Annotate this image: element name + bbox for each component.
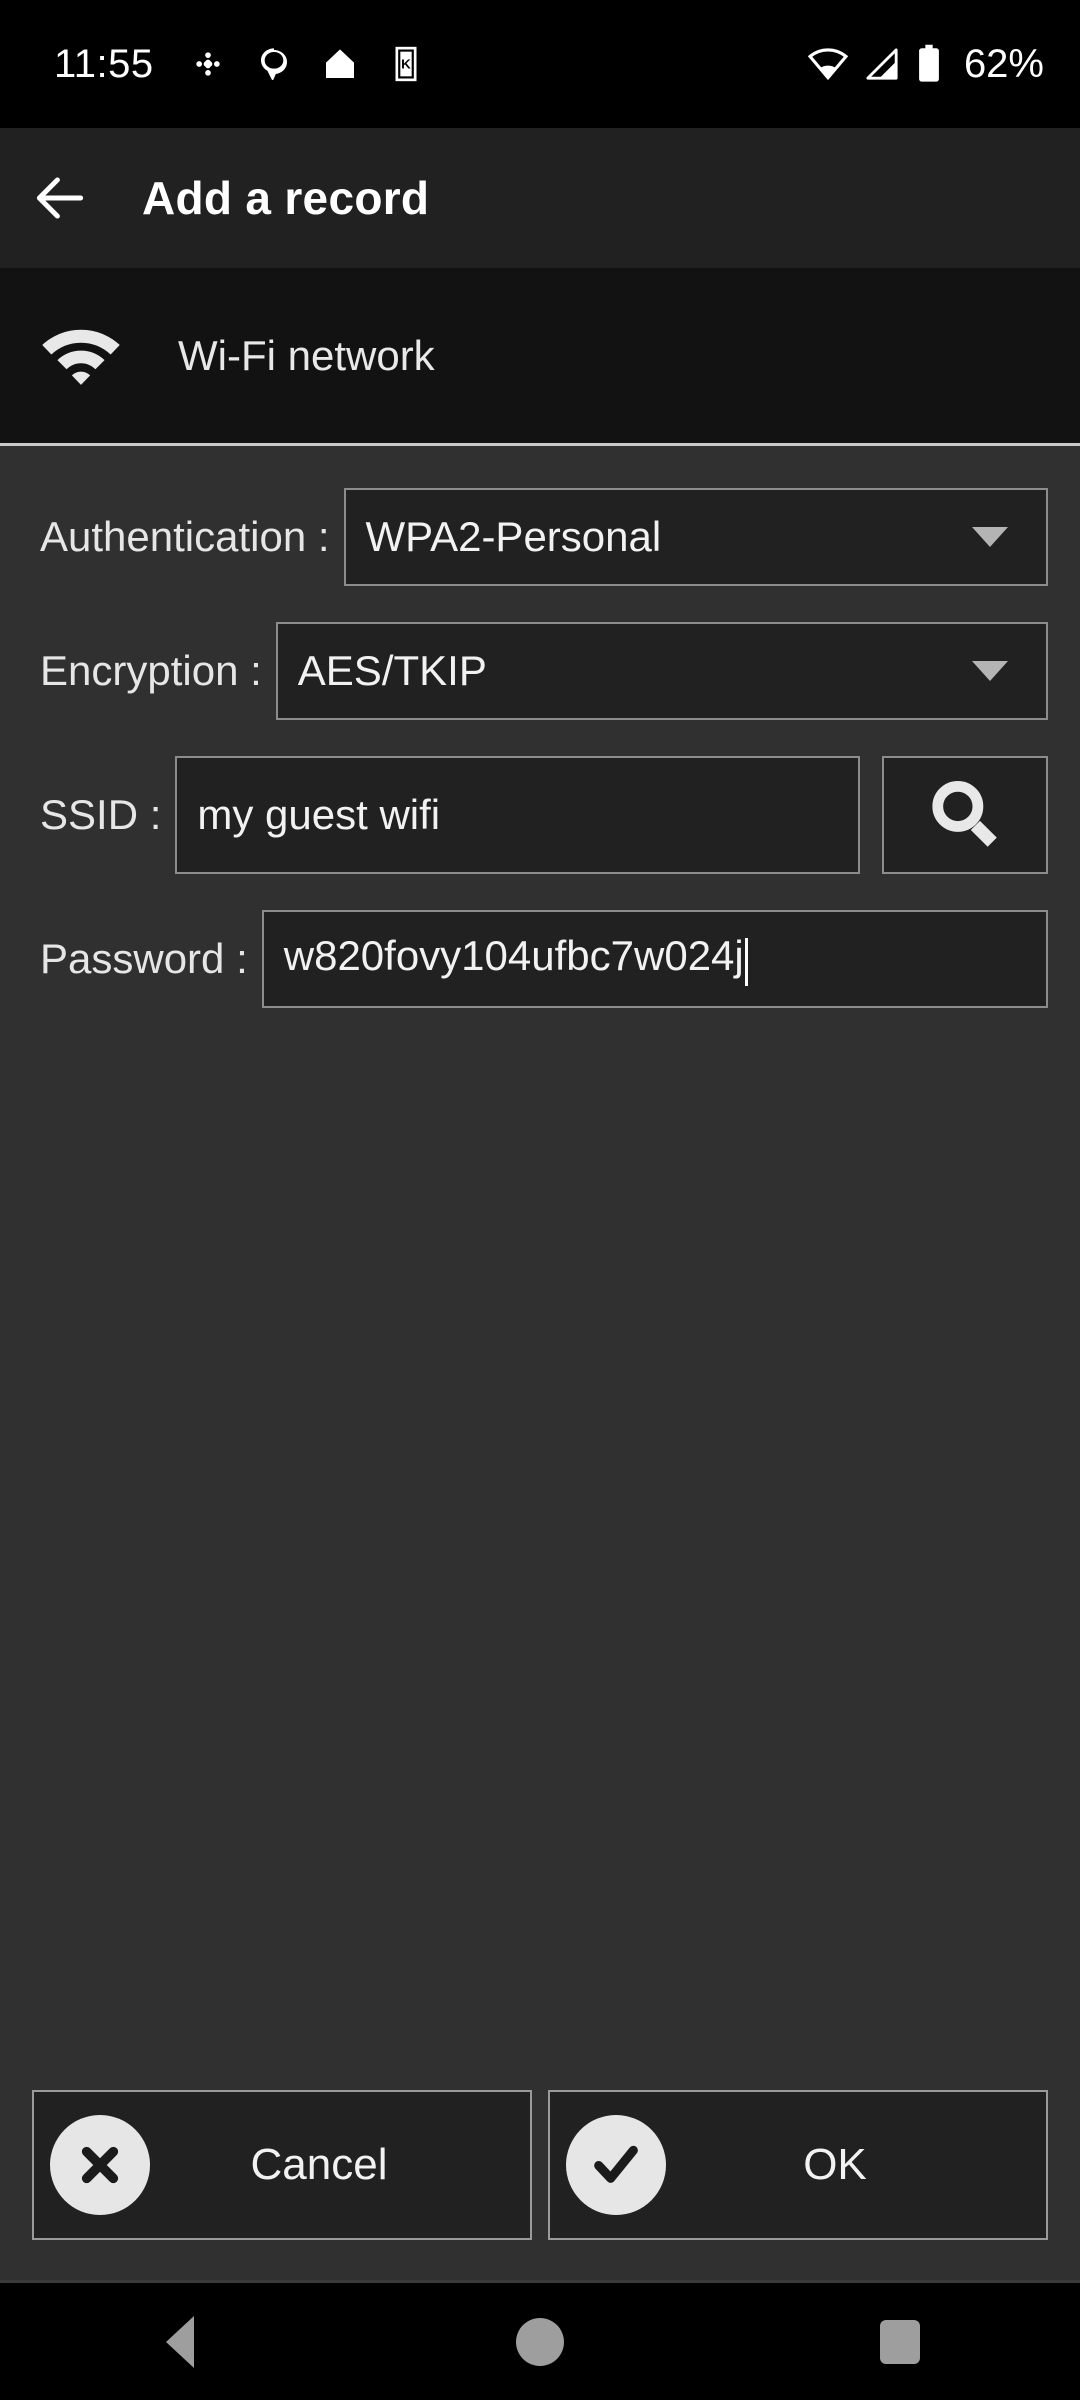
check-icon (594, 2145, 638, 2183)
record-type-header[interactable]: Wi-Fi network (0, 268, 1080, 446)
ok-button[interactable]: OK (548, 2090, 1048, 2240)
cell-signal-icon (866, 48, 898, 80)
ok-label: OK (803, 2140, 867, 2189)
app-title-bar: Add a record (0, 128, 1080, 268)
password-value: w820fovy104ufbc7w024j (264, 932, 1046, 986)
page-title: Add a record (142, 172, 430, 224)
card-k-icon: K (395, 46, 417, 82)
password-text: w820fovy104ufbc7w024j (283, 932, 744, 980)
chevron-down-icon (972, 661, 1008, 681)
row-password: Password : w820fovy104ufbc7w024j (0, 910, 1080, 1008)
ssid-input[interactable]: my guest wifi (175, 756, 860, 874)
battery-percent-label: 62% (963, 41, 1044, 86)
password-label: Password : (40, 935, 248, 982)
phone-screen: 11:55 K 62% Add a record Wi-Fi network A… (0, 0, 1080, 2400)
ssid-label: SSID : (40, 791, 162, 838)
nav-back-button[interactable] (90, 2282, 270, 2400)
slack-icon (195, 52, 220, 76)
speech-bubble-icon (260, 48, 287, 80)
wifi-network-icon-wrap (16, 318, 146, 394)
nav-recents-button[interactable] (810, 2282, 990, 2400)
cancel-label: Cancel (250, 2140, 388, 2189)
status-notification-icons: K (188, 44, 426, 84)
chevron-down-icon (972, 527, 1008, 547)
row-ssid: SSID : my guest wifi (0, 756, 1080, 874)
search-icon (932, 780, 997, 847)
close-circle-icon (50, 2115, 150, 2215)
nav-home-icon (516, 2317, 564, 2366)
nav-home-button[interactable] (450, 2282, 630, 2400)
dialog-button-bar: Cancel OK (0, 2050, 1080, 2280)
record-type-label: Wi-Fi network (178, 331, 435, 379)
system-navigation-bar (0, 2280, 1080, 2400)
status-bar: 11:55 K 62% (0, 0, 1080, 128)
status-clock: 11:55 (54, 41, 154, 86)
authentication-label: Authentication : (40, 513, 330, 560)
encryption-dropdown[interactable]: AES/TKIP (275, 622, 1048, 720)
nav-recents-icon (880, 2319, 920, 2364)
status-system-icons: 62% (806, 42, 1044, 87)
home-icon (325, 49, 354, 78)
wifi-icon (42, 329, 120, 385)
row-authentication: Authentication : WPA2-Personal (0, 488, 1080, 586)
ssid-search-button[interactable] (882, 756, 1048, 874)
ssid-value: my guest wifi (197, 791, 441, 838)
arrow-left-icon (36, 177, 84, 219)
password-input[interactable]: w820fovy104ufbc7w024j (261, 910, 1048, 1008)
authentication-value: WPA2-Personal (365, 513, 662, 560)
nav-back-icon (166, 2315, 194, 2368)
encryption-value: AES/TKIP (297, 647, 487, 694)
battery-icon (919, 44, 939, 82)
back-button[interactable] (0, 128, 120, 268)
row-encryption: Encryption : AES/TKIP (0, 622, 1080, 720)
encryption-label: Encryption : (40, 647, 262, 694)
authentication-dropdown[interactable]: WPA2-Personal (343, 488, 1048, 586)
svg-text:K: K (401, 56, 411, 71)
check-circle-icon (566, 2115, 666, 2215)
record-form: Authentication : WPA2-Personal Encryptio… (0, 446, 1080, 2050)
wifi-icon (807, 48, 849, 81)
close-icon (81, 2146, 119, 2184)
text-caret (744, 938, 748, 986)
cancel-button[interactable]: Cancel (32, 2090, 532, 2240)
